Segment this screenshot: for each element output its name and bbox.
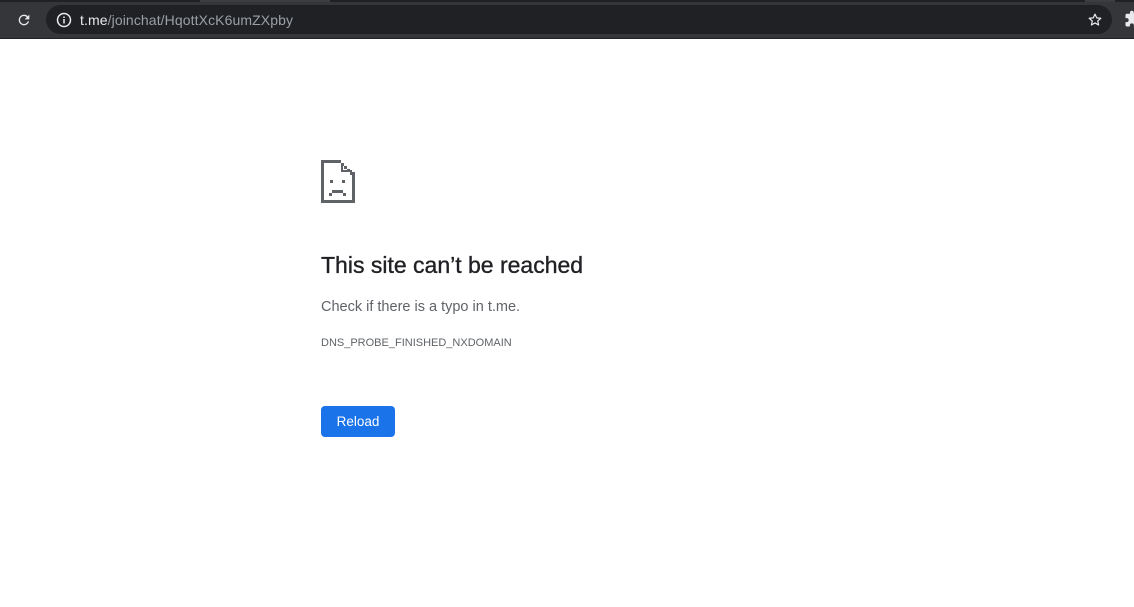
- reload-icon[interactable]: [12, 8, 36, 32]
- page-title: This site can’t be reached: [321, 252, 584, 278]
- sad-page-icon: [321, 160, 355, 203]
- error-code: DNS_PROBE_FINISHED_NXDOMAIN: [321, 337, 512, 349]
- error-description: Check if there is a typo in t.me.: [321, 299, 521, 315]
- url-host: t.me: [80, 12, 108, 28]
- url-text[interactable]: t.me/joinchat/HqottXcK6umZXpby: [80, 12, 293, 28]
- browser-toolbar: t.me/joinchat/HqottXcK6umZXpby: [0, 0, 1134, 39]
- tab-strip: [0, 0, 1134, 2]
- star-icon[interactable]: [1085, 10, 1104, 29]
- tab-edge: [200, 0, 330, 2]
- url-path: /joinchat/HqottXcK6umZXpby: [107, 12, 294, 28]
- address-bar[interactable]: t.me/joinchat/HqottXcK6umZXpby: [46, 5, 1112, 34]
- reload-button[interactable]: Reload: [321, 406, 395, 437]
- reload-icon-glyph: [18, 14, 30, 26]
- info-icon-glyph: [56, 12, 71, 27]
- puzzle-icon[interactable]: [1124, 10, 1134, 28]
- puzzle-icon-glyph: [1125, 10, 1134, 27]
- star-icon-glyph: [1088, 13, 1101, 26]
- info-icon[interactable]: [55, 11, 72, 28]
- tab-edge: [1085, 0, 1115, 2]
